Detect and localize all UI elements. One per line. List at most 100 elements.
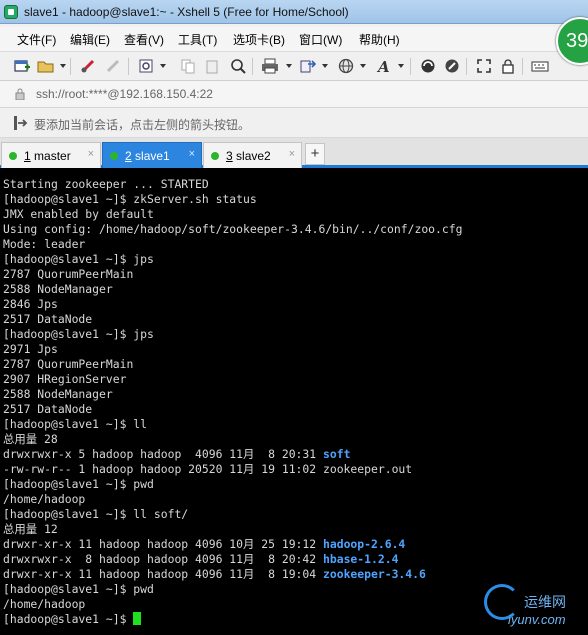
watermark-en-text: iyunv.com xyxy=(508,612,566,627)
menu-tools[interactable]: 工具(T) xyxy=(178,31,217,48)
globe-icon[interactable] xyxy=(336,57,356,75)
terminal-line: 2846 Jps xyxy=(3,297,58,312)
directory-name: hadoop-2.6.4 xyxy=(323,537,406,551)
terminal-text: /home/hadoop xyxy=(3,597,86,611)
terminal-text: drwxr-xr-x 11 hadoop hadoop 4096 11月 8 1… xyxy=(3,567,323,581)
menu-window[interactable]: 窗口(W) xyxy=(299,31,342,48)
terminal-line: drwxrwxr-x 8 hadoop hadoop 4096 11月 8 20… xyxy=(3,552,398,567)
terminal-line: 2787 QuorumPeerMain xyxy=(3,267,133,282)
terminal-line: 总用量 12 xyxy=(3,522,58,537)
terminal-line: [hadoop@slave1 ~]$ ll soft/ xyxy=(3,507,188,522)
directory-name: zookeeper-3.4.6 xyxy=(323,567,426,581)
open-folder-icon[interactable] xyxy=(36,57,56,75)
terminal-line: 2971 Jps xyxy=(3,342,58,357)
paste-icon[interactable] xyxy=(202,57,222,75)
site-watermark: 运维网 iyunv.com xyxy=(484,582,584,632)
terminal-line: Using config: /home/hadoop/soft/zookeepe… xyxy=(3,222,462,237)
fullscreen-icon[interactable] xyxy=(474,57,494,75)
connected-status-icon xyxy=(110,152,118,160)
menu-help[interactable]: 帮助(H) xyxy=(359,31,400,48)
terminal-text: 总用量 28 xyxy=(3,432,58,446)
menu-file[interactable]: 文件(F) xyxy=(17,31,56,48)
tab-master[interactable]: 1 master × xyxy=(1,142,101,168)
terminal-line: [hadoop@slave1 ~]$ pwd xyxy=(3,477,154,492)
toolbar: A xyxy=(0,51,588,81)
terminal-text: 总用量 12 xyxy=(3,522,58,536)
terminal-line: Mode: leader xyxy=(3,237,85,252)
tab-number: 3 xyxy=(226,149,233,163)
tab-label: master xyxy=(30,149,71,163)
copy-icon[interactable] xyxy=(178,57,198,75)
terminal-line: /home/hadoop xyxy=(3,597,85,612)
terminal-text: 2907 HRegionServer xyxy=(3,372,127,386)
close-tab-icon[interactable]: × xyxy=(88,148,94,160)
terminal-text: [hadoop@slave1 ~]$ jps xyxy=(3,327,154,341)
terminal-line: [hadoop@slave1 ~]$ ll xyxy=(3,417,147,432)
terminal-text: [hadoop@slave1 ~]$ ll xyxy=(3,417,148,431)
lock-screen-icon[interactable] xyxy=(498,57,518,75)
tab-slave1[interactable]: 2 slave1 × xyxy=(102,142,202,168)
terminal-text: Mode: leader xyxy=(3,237,86,251)
terminal-text: 2517 DataNode xyxy=(3,312,93,326)
terminal-text: Starting zookeeper ... STARTED xyxy=(3,177,209,191)
tab-number: 1 xyxy=(24,149,31,163)
watermark-cn-text: 运维网 xyxy=(524,594,566,610)
font-icon[interactable]: A xyxy=(374,57,394,75)
close-tab-icon[interactable]: × xyxy=(289,148,295,160)
terminal-text: 2846 Jps xyxy=(3,297,58,311)
terminal-text: 2588 NodeManager xyxy=(3,282,113,296)
properties-icon[interactable] xyxy=(136,57,156,75)
new-session-icon[interactable] xyxy=(12,57,32,75)
terminal-line: [hadoop@slave1 ~]$ xyxy=(3,612,142,627)
session-address[interactable]: ssh://root:****@192.168.150.4:22 xyxy=(36,87,213,101)
terminal-text: drwxrwxr-x 8 hadoop hadoop 4096 11月 8 20… xyxy=(3,552,323,566)
terminal-text: Using config: /home/hadoop/soft/zookeepe… xyxy=(3,222,463,236)
terminal-text: /home/hadoop xyxy=(3,492,86,506)
window-title: slave1 - hadoop@slave1:~ - Xshell 5 (Fre… xyxy=(24,5,349,19)
terminal-text: [hadoop@slave1 ~]$ xyxy=(3,612,134,626)
reconnect-icon[interactable] xyxy=(78,57,98,75)
tab-number: 2 xyxy=(125,149,132,163)
add-tab-button[interactable]: + xyxy=(305,143,325,165)
terminal-text: [hadoop@slave1 ~]$ pwd xyxy=(3,582,154,596)
connected-status-icon xyxy=(211,152,219,160)
script-icon[interactable] xyxy=(442,57,462,75)
terminal-text: [hadoop@slave1 ~]$ zkServer.sh status xyxy=(3,192,257,206)
tab-slave2[interactable]: 3 slave2 × xyxy=(203,142,302,168)
terminal-line: [hadoop@slave1 ~]$ zkServer.sh status xyxy=(3,192,257,207)
terminal-text: 2787 QuorumPeerMain xyxy=(3,357,134,371)
menu-tabs[interactable]: 选项卡(B) xyxy=(233,31,285,48)
terminal-text: 2517 DataNode xyxy=(3,402,93,416)
connected-status-icon xyxy=(9,152,17,160)
terminal-text: [hadoop@slave1 ~]$ ll soft/ xyxy=(3,507,189,521)
transfer-icon[interactable] xyxy=(298,57,318,75)
tab-label: slave2 xyxy=(232,149,271,163)
add-session-arrow-icon[interactable] xyxy=(13,115,29,131)
menu-edit[interactable]: 编辑(E) xyxy=(70,31,110,48)
disconnect-icon[interactable] xyxy=(103,57,123,75)
terminal-text: [hadoop@slave1 ~]$ jps xyxy=(3,252,154,266)
terminal-line: -rw-rw-r-- 1 hadoop hadoop 20520 11月 19 … xyxy=(3,462,412,477)
keyboard-icon[interactable] xyxy=(530,57,550,75)
address-bar: ssh://root:****@192.168.150.4:22 xyxy=(0,81,588,108)
terminal-cursor xyxy=(133,612,142,625)
svg-text:A: A xyxy=(376,58,390,74)
terminal-line: /home/hadoop xyxy=(3,492,85,507)
terminal-line: 2517 DataNode xyxy=(3,402,92,417)
xshell-app-icon xyxy=(4,5,18,19)
terminal-text: -rw-rw-r-- 1 hadoop hadoop 20520 11月 19 … xyxy=(3,462,413,476)
print-icon[interactable] xyxy=(260,57,280,75)
terminal-text: [hadoop@slave1 ~]$ pwd xyxy=(3,477,154,491)
terminal-line: 2588 NodeManager xyxy=(3,282,113,297)
menu-view[interactable]: 查看(V) xyxy=(124,31,164,48)
terminal-output[interactable]: Starting zookeeper ... STARTED [hadoop@sl… xyxy=(0,168,588,635)
terminal-line: drwxr-xr-x 11 hadoop hadoop 4096 10月 25 … xyxy=(3,537,405,552)
terminal-text: JMX enabled by default xyxy=(3,207,154,221)
close-tab-icon[interactable]: × xyxy=(189,148,195,160)
tab-label: slave1 xyxy=(131,149,170,163)
xftp-icon[interactable] xyxy=(418,57,438,75)
terminal-line: [hadoop@slave1 ~]$ jps xyxy=(3,327,154,342)
hint-text: 要添加当前会话，点击左侧的箭头按钮。 xyxy=(34,118,251,132)
find-icon[interactable] xyxy=(228,57,248,75)
terminal-line: [hadoop@slave1 ~]$ jps xyxy=(3,252,154,267)
